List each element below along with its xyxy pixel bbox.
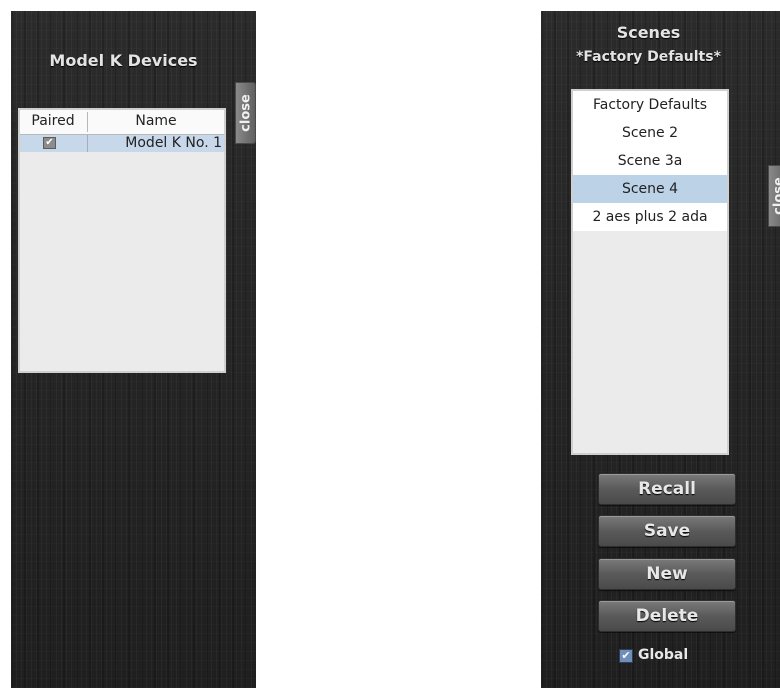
save-button[interactable]: Save [598, 515, 736, 547]
global-checkbox[interactable]: ✔ [619, 649, 633, 663]
column-divider [87, 112, 88, 132]
column-divider [87, 135, 88, 152]
recall-button[interactable]: Recall [598, 473, 736, 505]
scene-list-item[interactable]: 2 aes plus 2 ada [573, 203, 727, 231]
paired-checkbox[interactable]: ✔ [43, 137, 56, 149]
scene-list-item-selected[interactable]: Scene 4 [573, 175, 727, 203]
column-header-paired[interactable]: Paired [20, 113, 86, 129]
model-k-devices-panel: Model K Devices close Paired Name ✔ Mode… [11, 11, 256, 688]
column-header-name[interactable]: Name [90, 113, 222, 129]
table-row[interactable]: ✔ Model K No. 1 [20, 135, 224, 152]
scenes-panel: Scenes *Factory Defaults* Factory Defaul… [541, 11, 780, 688]
scene-list-item[interactable]: Scene 2 [573, 119, 727, 147]
scenes-list[interactable]: Factory Defaults Scene 2 Scene 3a Scene … [571, 89, 729, 455]
table-header: Paired Name [20, 110, 224, 135]
scene-list-item[interactable]: Scene 3a [573, 147, 727, 175]
scenes-close-label: close [771, 177, 780, 215]
device-name-cell: Model K No. 1 [125, 135, 222, 151]
new-button[interactable]: New [598, 558, 736, 590]
devices-close-tab[interactable]: close [235, 82, 256, 144]
scenes-panel-title: Scenes [616, 23, 681, 42]
current-scene-name: *Factory Defaults* [576, 49, 721, 65]
scene-list-item[interactable]: Factory Defaults [573, 91, 727, 119]
global-checkbox-label: Global [638, 647, 689, 663]
delete-button[interactable]: Delete [598, 600, 736, 632]
devices-table: Paired Name ✔ Model K No. 1 [18, 108, 226, 373]
devices-panel-title: Model K Devices [49, 51, 198, 70]
devices-close-label: close [238, 94, 253, 132]
scenes-close-tab[interactable]: close [768, 165, 780, 227]
